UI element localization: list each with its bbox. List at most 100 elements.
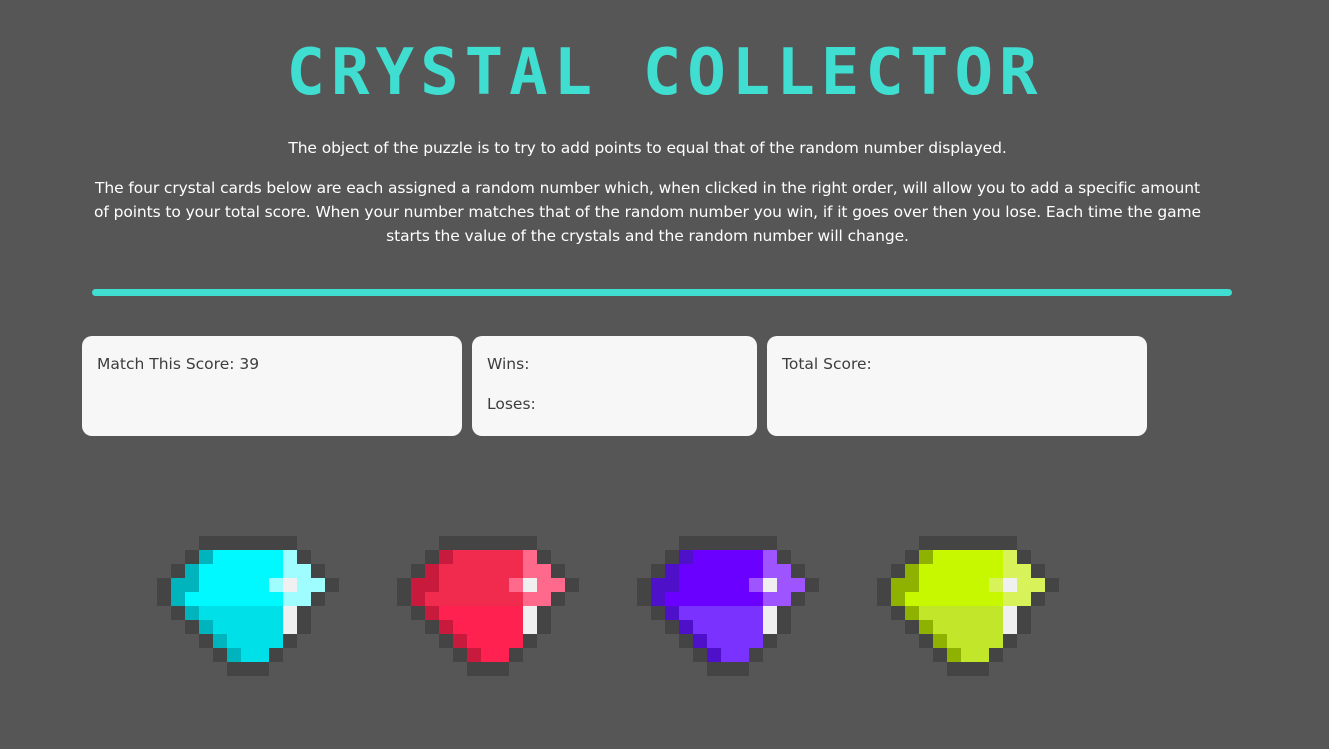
cyan-crystal-icon bbox=[157, 536, 339, 676]
red-crystal-pixel bbox=[411, 578, 425, 592]
cyan-crystal-pixel bbox=[269, 592, 283, 606]
lime-crystal-pixel bbox=[919, 536, 933, 550]
cyan-crystal-pixel bbox=[227, 662, 241, 676]
purple-crystal-pixel bbox=[679, 536, 693, 550]
lime-crystal-pixel bbox=[947, 564, 961, 578]
crystal-button-lime[interactable] bbox=[874, 535, 1060, 677]
lime-crystal-pixel bbox=[1017, 592, 1031, 606]
lime-crystal-pixel bbox=[1017, 564, 1031, 578]
cyan-crystal-pixel bbox=[297, 578, 311, 592]
purple-crystal-pixel bbox=[707, 634, 721, 648]
lime-crystal-pixel bbox=[975, 564, 989, 578]
red-crystal-pixel bbox=[439, 606, 453, 620]
cyan-crystal-pixel bbox=[255, 634, 269, 648]
purple-crystal-pixel bbox=[707, 550, 721, 564]
lime-crystal-pixel bbox=[1031, 564, 1045, 578]
crystal-button-red[interactable] bbox=[394, 535, 580, 677]
purple-crystal-pixel bbox=[763, 592, 777, 606]
purple-crystal-pixel bbox=[735, 620, 749, 634]
lime-crystal-pixel bbox=[989, 550, 1003, 564]
cyan-crystal-pixel bbox=[213, 536, 227, 550]
red-crystal-pixel bbox=[509, 564, 523, 578]
red-crystal-pixel bbox=[467, 578, 481, 592]
purple-crystal-pixel bbox=[735, 550, 749, 564]
lime-crystal-pixel bbox=[905, 620, 919, 634]
lime-crystal-pixel bbox=[975, 606, 989, 620]
lime-crystal-pixel bbox=[905, 564, 919, 578]
cyan-crystal-pixel bbox=[269, 578, 283, 592]
purple-crystal-pixel bbox=[763, 550, 777, 564]
purple-crystal-pixel bbox=[735, 606, 749, 620]
crystal-button-purple[interactable] bbox=[634, 535, 820, 677]
red-crystal-pixel bbox=[439, 550, 453, 564]
purple-crystal-pixel bbox=[693, 606, 707, 620]
purple-crystal-pixel bbox=[749, 620, 763, 634]
svg-text:CRYSTAL COLLECTOR: CRYSTAL COLLECTOR bbox=[286, 40, 1043, 100]
lime-crystal-pixel bbox=[933, 634, 947, 648]
red-crystal-pixel bbox=[551, 592, 565, 606]
crystal-button-cyan[interactable] bbox=[154, 535, 340, 677]
red-crystal-pixel bbox=[425, 592, 439, 606]
wins-losses-card: Wins: Loses: bbox=[472, 336, 757, 436]
purple-crystal-pixel bbox=[749, 592, 763, 606]
red-crystal-pixel bbox=[439, 620, 453, 634]
lime-crystal-pixel bbox=[975, 648, 989, 662]
purple-crystal-pixel bbox=[693, 536, 707, 550]
purple-crystal-pixel bbox=[735, 634, 749, 648]
cyan-crystal-pixel bbox=[283, 578, 297, 592]
cyan-crystal-pixel bbox=[185, 550, 199, 564]
red-crystal-pixel bbox=[481, 550, 495, 564]
purple-crystal-pixel bbox=[749, 536, 763, 550]
red-crystal-pixel bbox=[509, 620, 523, 634]
lime-crystal-pixel bbox=[933, 564, 947, 578]
cyan-crystal-pixel bbox=[297, 592, 311, 606]
red-crystal-pixel bbox=[509, 550, 523, 564]
lime-crystal-pixel bbox=[989, 578, 1003, 592]
cyan-crystal-pixel bbox=[171, 606, 185, 620]
purple-crystal-pixel bbox=[707, 606, 721, 620]
cyan-crystal-pixel bbox=[241, 662, 255, 676]
cyan-crystal-pixel bbox=[297, 550, 311, 564]
lime-crystal-pixel bbox=[1045, 578, 1059, 592]
red-crystal-pixel bbox=[453, 592, 467, 606]
cyan-crystal-pixel bbox=[325, 578, 339, 592]
red-crystal-pixel bbox=[453, 564, 467, 578]
lime-crystal-pixel bbox=[961, 550, 975, 564]
lime-crystal-pixel bbox=[1017, 550, 1031, 564]
red-crystal-pixel bbox=[523, 578, 537, 592]
cyan-crystal-pixel bbox=[241, 578, 255, 592]
purple-crystal-icon bbox=[637, 536, 819, 676]
cyan-crystal-pixel bbox=[227, 620, 241, 634]
lime-crystal-pixel bbox=[877, 592, 891, 606]
red-crystal-pixel bbox=[509, 606, 523, 620]
red-crystal-pixel bbox=[467, 634, 481, 648]
lime-crystal-pixel bbox=[905, 550, 919, 564]
red-crystal-pixel bbox=[537, 550, 551, 564]
lime-crystal-pixel bbox=[947, 634, 961, 648]
purple-crystal-pixel bbox=[693, 550, 707, 564]
cyan-crystal-pixel bbox=[185, 606, 199, 620]
red-crystal-pixel bbox=[453, 550, 467, 564]
cyan-crystal-pixel bbox=[227, 648, 241, 662]
title-divider bbox=[92, 289, 1232, 296]
lime-crystal-pixel bbox=[975, 662, 989, 676]
purple-crystal-pixel bbox=[665, 620, 679, 634]
purple-crystal-pixel bbox=[749, 564, 763, 578]
lime-crystal-pixel bbox=[989, 648, 1003, 662]
cyan-crystal-pixel bbox=[297, 606, 311, 620]
lime-crystal-pixel bbox=[989, 606, 1003, 620]
red-crystal-pixel bbox=[397, 578, 411, 592]
red-crystal-pixel bbox=[495, 536, 509, 550]
cyan-crystal-pixel bbox=[255, 564, 269, 578]
cyan-crystal-pixel bbox=[311, 592, 325, 606]
purple-crystal-pixel bbox=[763, 634, 777, 648]
red-crystal-pixel bbox=[537, 620, 551, 634]
game-instructions: The object of the puzzle is to try to ad… bbox=[90, 136, 1205, 264]
cyan-crystal-pixel bbox=[213, 620, 227, 634]
red-crystal-pixel bbox=[481, 536, 495, 550]
red-crystal-pixel bbox=[439, 634, 453, 648]
cyan-crystal-pixel bbox=[199, 536, 213, 550]
cyan-crystal-pixel bbox=[255, 592, 269, 606]
purple-crystal-pixel bbox=[763, 606, 777, 620]
red-crystal-pixel bbox=[523, 620, 537, 634]
